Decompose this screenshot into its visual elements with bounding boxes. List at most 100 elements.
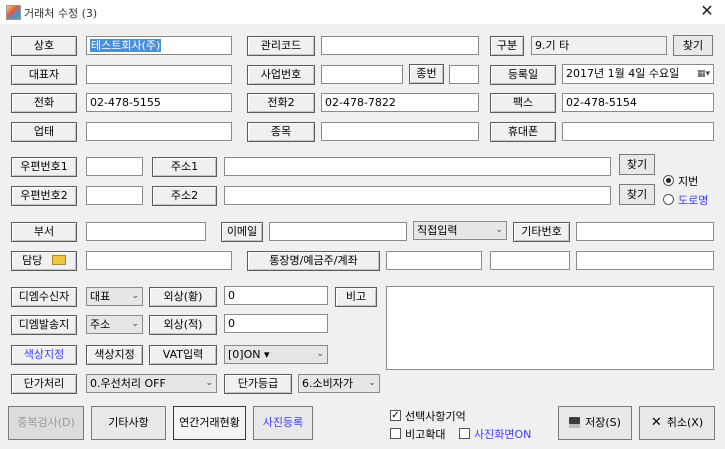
juso2-find-button[interactable]: 찾기 [619, 184, 655, 205]
label-juso1: 주소1 [152, 157, 217, 177]
color-set-button-1[interactable]: 색상지정 [11, 345, 77, 365]
label-oesang-hwang: 외상(황) [149, 287, 217, 307]
label-daepyo: 대표자 [11, 65, 77, 85]
label-juso2: 주소2 [152, 186, 217, 206]
danga-cheori-select[interactable]: 0.우선처리 OFF ⌄ [86, 374, 217, 393]
label-tongjang: 통장명/예금주/계좌 [247, 251, 380, 271]
save-button[interactable]: 저장(S) [558, 406, 632, 440]
folder-icon [51, 255, 66, 265]
annual-trade-button[interactable]: 연간거래현황 [173, 406, 246, 440]
sangho-value: 테스트회사(주) [90, 39, 162, 52]
label-dm-recv: 디엠수신자 [11, 287, 77, 307]
doro-radio[interactable] [663, 194, 674, 205]
saup-input[interactable] [321, 65, 403, 84]
cancel-icon: ✕ [650, 415, 662, 430]
dm-send-select[interactable]: 주소 ⌄ [86, 315, 143, 334]
duplicate-check-button[interactable]: 중복검사(D) [8, 406, 84, 440]
label-gwanri: 관리코드 [247, 36, 315, 56]
jeonhwa2-input[interactable]: 02-478-7822 [321, 93, 479, 112]
photo-register-button[interactable]: 사진등록 [253, 406, 313, 440]
label-jongbeon: 종번 [409, 64, 444, 84]
doro-label: 도로명 [678, 194, 709, 207]
label-sangho: 상호 [11, 36, 77, 56]
label-jongmok: 종목 [247, 122, 315, 142]
label-gitabeonho: 기타번호 [513, 222, 570, 242]
bigo-hwakdae-label: 비고확대 [405, 428, 446, 441]
label-upyeon2: 우편번호2 [11, 186, 77, 206]
danga-deunggeup-select[interactable]: 6.소비자가 ⌄ [298, 374, 380, 393]
upyeon2-input[interactable] [86, 186, 143, 205]
sangho-input[interactable]: 테스트회사(주) [86, 36, 232, 55]
vat-value: [0]ON ▾ [228, 348, 270, 361]
cancel-label: 취소(X) [666, 416, 704, 429]
gubun-find-button[interactable]: 찾기 [673, 35, 713, 56]
dm-recv-select[interactable]: 대표 ⌄ [86, 287, 143, 306]
jongbeon-input[interactable] [449, 65, 479, 84]
bigo-hwakdae-checkbox[interactable] [390, 428, 401, 439]
label-bigo: 비고 [335, 287, 377, 307]
jibeon-label: 지번 [678, 175, 699, 188]
label-upyeon1: 우편번호1 [11, 157, 77, 177]
juso1-find-button[interactable]: 찾기 [619, 154, 655, 175]
chevron-down-icon: ⌄ [495, 225, 503, 235]
hyudaepon-input[interactable] [562, 122, 714, 141]
title-bar: 거래처 수정 (3) ✕ [0, 0, 725, 24]
tongjang-account-input[interactable] [576, 251, 714, 270]
label-danga-cheori: 단가처리 [11, 374, 77, 394]
damdang-input[interactable] [86, 251, 232, 270]
seontaek-label: 선택사항기억 [405, 410, 466, 423]
danga-deunggeup-value: 6.소비자가 [302, 377, 353, 390]
chevron-down-icon: ⌄ [131, 291, 139, 301]
jeonhwa-input[interactable]: 02-478-5155 [86, 93, 232, 112]
label-dm-send: 디엠발송지 [11, 315, 77, 335]
chevron-down-icon: ⌄ [316, 349, 324, 359]
save-label: 저장(S) [585, 416, 621, 429]
chevron-down-icon: ⌄ [131, 319, 139, 329]
label-oesang-jeok: 외상(적) [149, 315, 217, 335]
label-danga-deunggeup: 단가등급 [224, 374, 292, 394]
gitabeonho-input[interactable] [576, 222, 714, 241]
oesang-hwang-input[interactable]: 0 [224, 286, 328, 305]
daepyo-input[interactable] [86, 65, 232, 84]
jibeon-radio[interactable] [663, 175, 674, 186]
calendar-icon[interactable]: ▦▾ [697, 65, 710, 83]
damdang-button[interactable]: 담당 [11, 251, 77, 271]
label-uptae: 업태 [11, 122, 77, 142]
buseo-input[interactable] [86, 222, 206, 241]
label-hyudaepon: 휴대폰 [490, 122, 556, 142]
deungrok-date-picker[interactable]: 2017년 1월 4일 수요일 ▦▾ [562, 64, 714, 84]
label-email: 이메일 [221, 222, 263, 242]
color-set-button-2[interactable]: 색상지정 [86, 345, 143, 365]
label-vat: VAT입력 [149, 345, 217, 365]
save-icon [569, 417, 581, 428]
email-domain-select[interactable]: 직접입력 ⌄ [413, 221, 507, 240]
tongjang-holder-input[interactable] [490, 251, 570, 270]
photo-on-checkbox[interactable] [459, 428, 470, 439]
dialog-window: 거래처 수정 (3) ✕ 상호 테스트회사(주) 관리코드 구분 9.기 타 찾… [0, 0, 725, 449]
photo-on-label: 사진화면ON [474, 428, 532, 441]
seontaek-checkbox[interactable]: ✓ [390, 410, 401, 421]
bigo-textarea[interactable] [386, 286, 714, 370]
fax-input[interactable]: 02-478-5154 [562, 93, 714, 112]
email-input[interactable] [269, 222, 407, 241]
gwanri-input[interactable] [321, 36, 479, 55]
label-saup: 사업번호 [247, 65, 315, 85]
vat-select[interactable]: [0]ON ▾ ⌄ [224, 345, 328, 364]
label-damdang: 담당 [22, 254, 43, 267]
jongmok-input[interactable] [321, 122, 479, 141]
oesang-jeok-input[interactable]: 0 [224, 314, 328, 333]
gita-button[interactable]: 기타사항 [91, 406, 166, 440]
close-icon[interactable]: ✕ [695, 1, 719, 21]
juso2-input[interactable] [224, 186, 611, 205]
gubun-input[interactable]: 9.기 타 [531, 36, 667, 55]
label-jeonhwa: 전화 [11, 93, 77, 113]
chevron-down-icon: ⌄ [205, 378, 213, 388]
tongjang-name-input[interactable] [386, 251, 482, 270]
danga-cheori-value: 0.우선처리 OFF [90, 377, 166, 390]
juso1-input[interactable] [224, 157, 611, 176]
label-buseo: 부서 [11, 222, 77, 242]
app-icon [6, 5, 21, 20]
uptae-input[interactable] [86, 122, 232, 141]
cancel-button[interactable]: ✕ 취소(X) [639, 406, 715, 440]
upyeon1-input[interactable] [86, 157, 143, 176]
